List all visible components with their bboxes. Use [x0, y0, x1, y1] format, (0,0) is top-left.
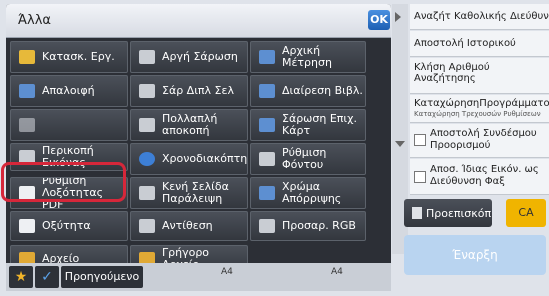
dual-page-icon: [139, 84, 155, 98]
tile-label: Κενή Σελίδα Παράλειψη: [162, 180, 229, 205]
tile-label: Προσαρ. RGB: [282, 219, 356, 232]
tile-label: Πολλαπλή αποκοπή: [162, 112, 218, 137]
background-icon: [259, 152, 275, 166]
ok-button[interactable]: OK: [368, 10, 390, 30]
tile-multi-crop[interactable]: Πολλαπλή αποκοπή: [130, 109, 248, 141]
others-panel: Άλλα OK Κατασκ. Εργ. Αργή Σάρωση Αρχική …: [6, 4, 391, 284]
book-divide-icon: [259, 84, 275, 98]
send-history[interactable]: Αποστολή Ιστορικού: [410, 31, 549, 57]
color-dropout-icon: [259, 186, 275, 200]
item-sublabel: Καταχώρηση Τρεχουσών Ρυθμίσεων: [414, 110, 541, 118]
send-destination-link[interactable]: Αποστολή Συνδέσμου Προορισμού: [410, 124, 549, 158]
favorite-button[interactable]: ★: [9, 266, 33, 288]
selection-highlight: [1, 162, 126, 202]
tile-rgb-adjust[interactable]: Προσαρ. RGB: [250, 211, 366, 241]
item-label: ΚαταχώρησηΠρογράμματος: [414, 98, 549, 109]
tile-label: Ρύθμιση Φόντου: [282, 146, 327, 171]
scroll-down-icon[interactable]: [395, 141, 405, 147]
tile-timer[interactable]: Χρονοδιακόπτης: [130, 143, 248, 175]
tile-label: Σάρ Διπλ Σελ: [162, 84, 234, 97]
tile-book-divide[interactable]: Διαίρεση Βιβλ.: [250, 75, 366, 107]
check-button[interactable]: ✓: [35, 266, 59, 288]
tile-job-build[interactable]: Κατασκ. Εργ.: [10, 41, 128, 73]
tile-label: Σάρωση Επιχ. Κάρτ: [282, 112, 357, 137]
tile-contrast[interactable]: Αντίθεση: [130, 211, 248, 241]
multi-crop-icon: [139, 118, 155, 132]
tile-label: Χρονοδιακόπτης: [162, 152, 248, 165]
call-search-number[interactable]: Κλήση Αριθμού Αναζήτησης: [410, 58, 549, 94]
tile-label: Απαλοιφή: [42, 84, 95, 97]
tile-label: Αρχική Μέτρηση: [282, 44, 332, 69]
item-label: Κλήση Αριθμού Αναζήτησης: [414, 62, 490, 84]
checkbox[interactable]: [414, 134, 426, 146]
preview-button[interactable]: Προεπισκόπ: [404, 199, 492, 227]
paper-size-2: A4: [331, 267, 343, 277]
business-card-icon: [259, 118, 275, 132]
clock-icon: [139, 152, 155, 166]
bottom-bar: ★ ✓ Προηγούμενο A4 A4: [6, 263, 391, 291]
contrast-icon: [139, 219, 155, 233]
expand-arrow-icon[interactable]: [395, 12, 401, 22]
item-label: Αποστολή Ιστορικού: [414, 38, 516, 49]
tile-dual-page-scan[interactable]: Σάρ Διπλ Σελ: [130, 75, 248, 107]
erase-icon: [19, 84, 35, 98]
global-address-search[interactable]: Αναζήτ Καθολικής Διεύθυν: [410, 4, 549, 30]
previous-button[interactable]: Προηγούμενο: [61, 266, 143, 288]
blank-page-icon: [139, 186, 155, 200]
tile-sharpness[interactable]: Οξύτητα: [10, 211, 128, 241]
tile-label: Κατασκ. Εργ.: [42, 50, 115, 63]
blank-icon: [19, 118, 35, 132]
item-label: Αποστολή Συνδέσμου Προορισμού: [430, 128, 537, 151]
send-same-image-fax[interactable]: Αποσ. Ίδιας Εικόν. ως Διεύθυνση Φαξ: [410, 159, 549, 195]
preview-label: Προεπισκόπ: [426, 206, 492, 220]
tile-label: Αντίθεση: [162, 219, 213, 232]
tile-blank-disabled: [10, 109, 128, 141]
tile-blank-page-skip[interactable]: Κενή Σελίδα Παράλειψη: [130, 177, 248, 209]
tile-label: Αργή Σάρωση: [162, 50, 238, 63]
tile-slow-scan[interactable]: Αργή Σάρωση: [130, 41, 248, 73]
preview-icon: [412, 207, 422, 219]
panel-title: Άλλα: [18, 13, 51, 28]
tile-label: Χρώμα Απόρριψης: [282, 180, 342, 205]
item-label: Αποσ. Ίδιας Εικόν. ως Διεύθυνση Φαξ: [430, 164, 539, 187]
job-build-icon: [19, 50, 35, 64]
checkbox[interactable]: [414, 171, 426, 183]
rgb-icon: [259, 219, 275, 233]
tile-background-adjust[interactable]: Ρύθμιση Φόντου: [250, 143, 366, 175]
tile-label: Οξύτητα: [42, 219, 91, 232]
tile-original-count[interactable]: Αρχική Μέτρηση: [250, 41, 366, 73]
item-label: Αναζήτ Καθολικής Διεύθυν: [414, 11, 549, 22]
panel-header: Άλλα OK: [6, 4, 391, 38]
tile-color-dropout[interactable]: Χρώμα Απόρριψης: [250, 177, 366, 209]
start-button[interactable]: Έναρξη: [404, 235, 546, 275]
program-registration[interactable]: ΚαταχώρησηΠρογράμματος Καταχώρηση Τρεχου…: [410, 95, 549, 123]
tile-label: Διαίρεση Βιβλ.: [282, 84, 363, 97]
tile-business-card-scan[interactable]: Σάρωση Επιχ. Κάρτ: [250, 109, 366, 141]
slow-scan-icon: [139, 50, 155, 64]
sharpness-icon: [19, 219, 35, 233]
original-count-icon: [259, 50, 275, 64]
paper-size-1: A4: [221, 267, 233, 277]
screen: Άλλα OK Κατασκ. Εργ. Αργή Σάρωση Αρχική …: [0, 0, 549, 296]
tile-erase[interactable]: Απαλοιφή: [10, 75, 128, 107]
ca-button[interactable]: CA: [506, 199, 546, 227]
